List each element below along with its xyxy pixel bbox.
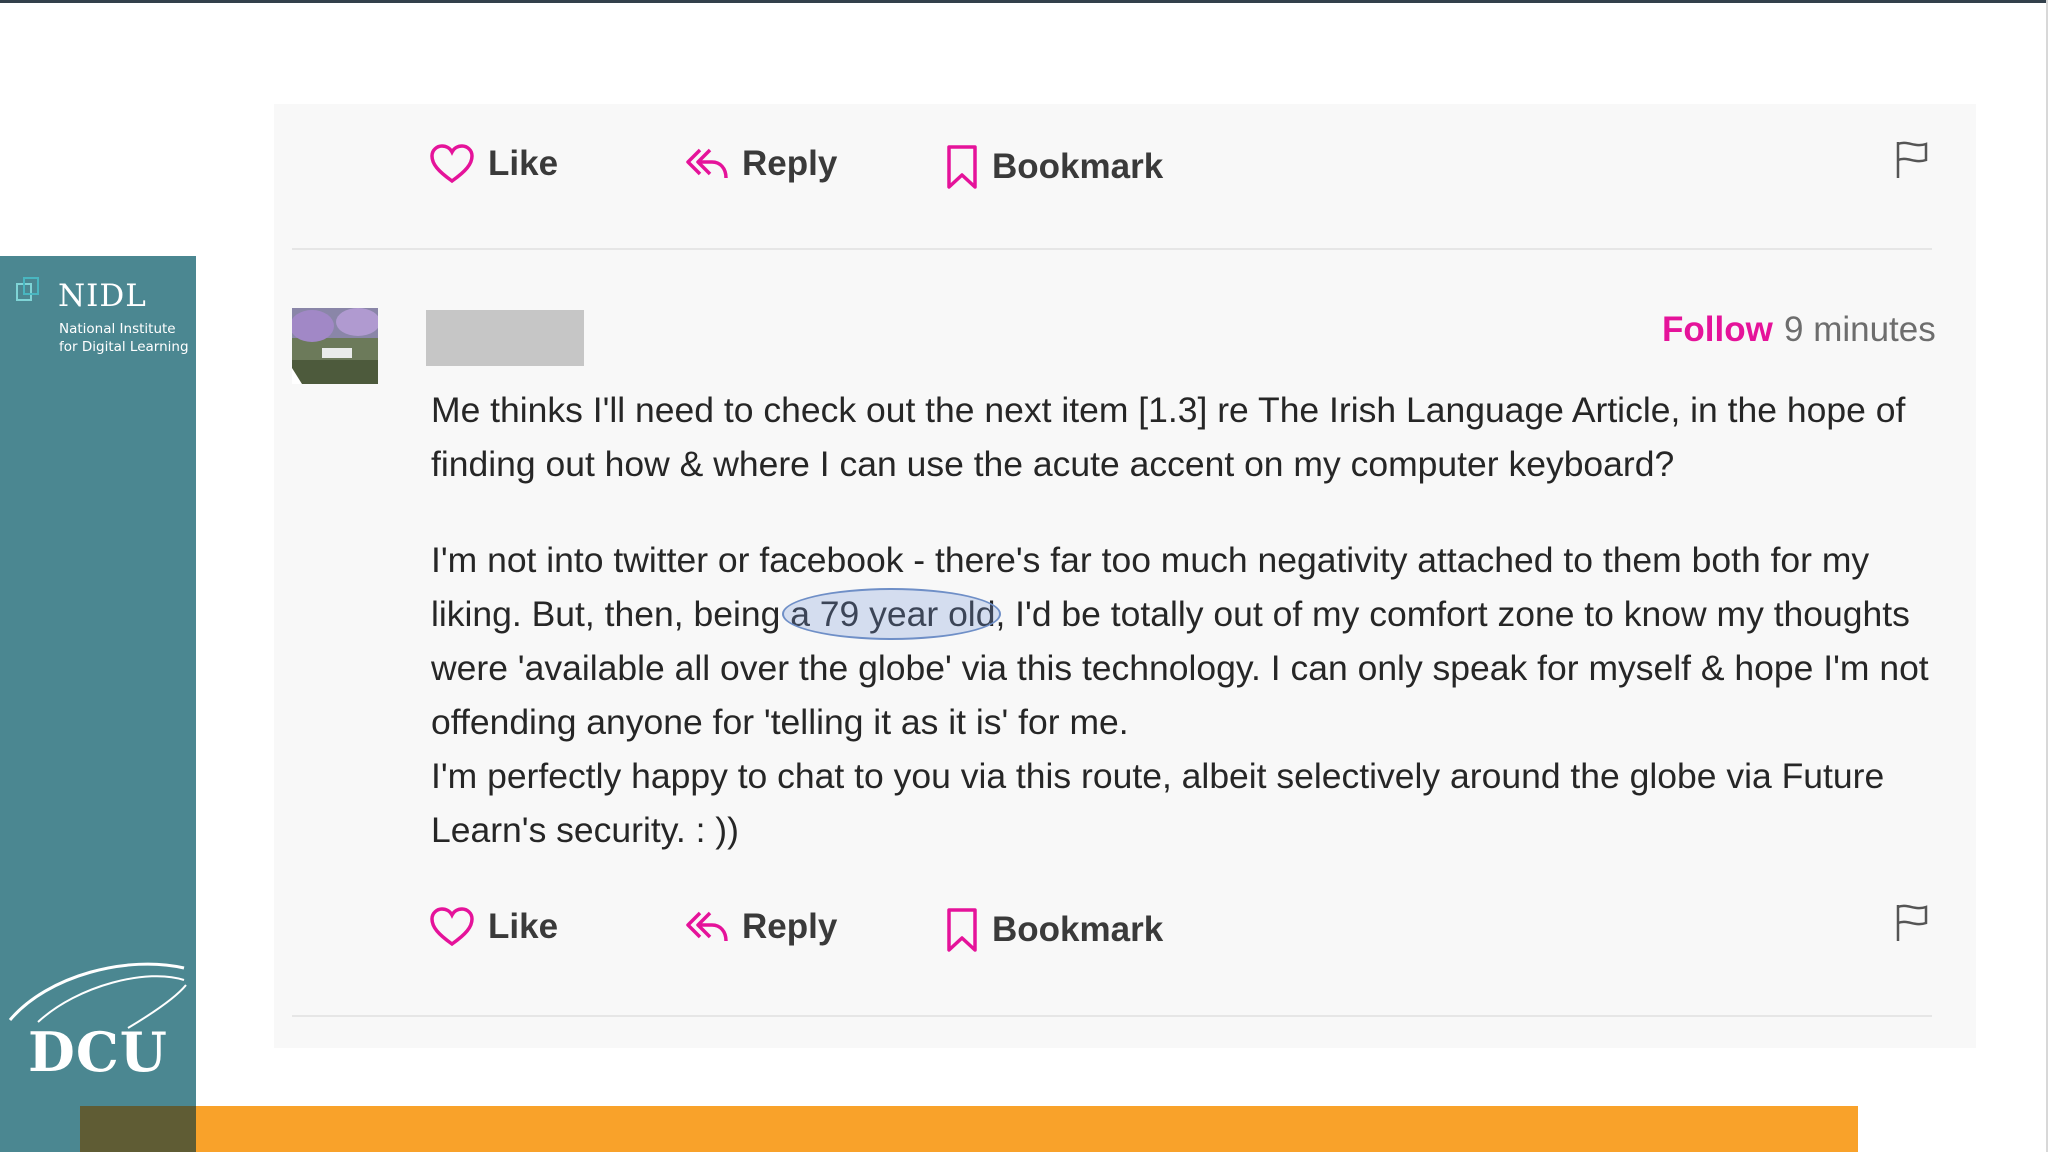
footer-dark-block	[80, 1106, 196, 1152]
reply-label: Reply	[742, 144, 838, 183]
comment-timestamp: 9 minutes	[1784, 310, 1936, 349]
comment-paragraph-2: I'm not into twitter or facebook - there…	[431, 533, 1951, 857]
nidl-subtitle: National Institute for Digital Learning	[59, 321, 189, 355]
bookmark-label: Bookmark	[992, 147, 1164, 186]
nidl-logo-icon	[16, 277, 39, 301]
bookmark-label: Bookmark	[992, 910, 1164, 949]
footer-orange-bar	[196, 1106, 1858, 1152]
divider	[292, 1015, 1932, 1017]
heart-icon	[430, 144, 474, 184]
highlighted-phrase: a 79 year old	[790, 594, 996, 634]
bookmark-button[interactable]: Bookmark	[946, 144, 1163, 190]
top-border	[0, 0, 2048, 3]
comment-bookmark-button[interactable]: Bookmark	[946, 907, 1163, 953]
comment-reply-button[interactable]: Reply	[686, 907, 837, 947]
like-label: Like	[488, 144, 559, 183]
reply-icon	[686, 148, 728, 179]
comment-paragraph-3: I'm perfectly happy to chat to you via t…	[431, 756, 1885, 850]
avatar[interactable]	[292, 308, 378, 384]
bookmark-icon	[947, 908, 977, 952]
like-button[interactable]: Like	[430, 144, 558, 184]
reply-button[interactable]: Reply	[686, 144, 837, 184]
divider	[292, 248, 1932, 250]
follow-button[interactable]: Follow	[1662, 310, 1773, 350]
flag-icon[interactable]	[1895, 140, 1929, 180]
dcu-logo-text: DCU	[28, 1020, 168, 1084]
bookmark-icon	[947, 145, 977, 189]
reply-icon	[686, 911, 728, 942]
comment-like-button[interactable]: Like	[430, 907, 558, 947]
like-label: Like	[488, 907, 559, 946]
comment-paragraph-1: Me thinks I'll need to check out the nex…	[431, 390, 1906, 484]
nidl-title: NIDL	[58, 278, 147, 314]
flag-icon[interactable]	[1895, 903, 1929, 943]
heart-icon	[430, 907, 474, 947]
reply-label: Reply	[742, 907, 838, 946]
author-name-redacted	[426, 310, 584, 366]
dcu-swoosh-icon	[8, 962, 187, 1029]
